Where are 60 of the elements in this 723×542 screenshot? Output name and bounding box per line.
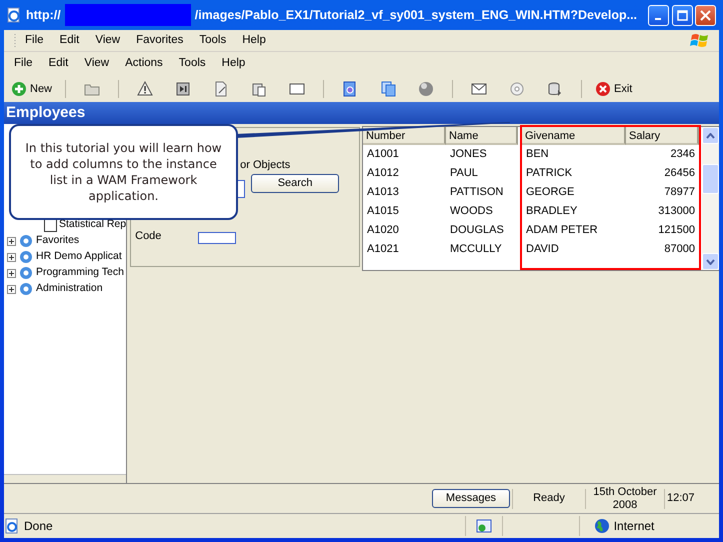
status-time: 12:07 (667, 491, 695, 506)
table-cell-text: PATRICK (525, 166, 574, 181)
menu-item[interactable]: Help (214, 55, 254, 73)
column-header[interactable]: Salary (626, 127, 699, 145)
table-cell-text: DAVID (525, 242, 560, 257)
menu-item[interactable]: Edit (40, 55, 76, 73)
tree-item[interactable]: Statistical Rep (4, 217, 126, 233)
menu-item[interactable]: Edit (52, 32, 88, 50)
table-cell-text: A1020 (366, 223, 400, 238)
menu-item[interactable]: Actions (117, 55, 171, 73)
table-cell-text: DOUGLAS (449, 223, 505, 238)
table-cell-text: ADAM PETER (525, 223, 599, 238)
toolbar-button[interactable]: Exit (590, 80, 638, 98)
menu-item[interactable]: Tools (191, 32, 234, 50)
table-cell-text: GEORGE (525, 185, 576, 200)
menu-item[interactable]: Tools (170, 55, 214, 73)
table-cell-text: MCCULLY (449, 242, 503, 257)
menu-item[interactable]: Favorites (128, 32, 192, 50)
table-cell-text: BEN (525, 147, 550, 162)
column-header[interactable]: Givename (522, 127, 626, 145)
tree-item[interactable]: Favorites (4, 233, 126, 249)
table-cell-text: A1021 (366, 242, 400, 257)
window-title: http:// (26, 6, 61, 24)
menu-item[interactable]: File (6, 55, 41, 73)
tree-item[interactable]: Administration (4, 281, 126, 297)
menu-item[interactable]: View (76, 55, 118, 73)
table-cell-text: JONES (449, 147, 488, 162)
table-cell-text: 2346 (670, 147, 696, 162)
table-cell-text: WOODS (449, 204, 494, 219)
tree-item[interactable]: HR Demo Applicat (4, 249, 126, 265)
zone-text: Internet (614, 518, 654, 535)
window-title: /images/Pablo_EX1/Tutorial2_vf_sy001_system_ENG_WIN.HTM?Develop... (194, 6, 638, 24)
tree-item[interactable]: Programming Tech (4, 265, 126, 281)
tutorial-tooltip: In this tutorial you will learn how to add columns to the instance list in a WAM Framework application. (9, 124, 238, 220)
search-button[interactable]: Search (251, 174, 340, 192)
field-label: Code (135, 228, 162, 244)
status-text: Ready (532, 491, 566, 506)
menu-item[interactable]: Help (234, 32, 274, 50)
table-cell-text: BRADLEY (525, 204, 578, 219)
table-cell-text: 78977 (663, 185, 696, 200)
table-cell-text: 26456 (663, 166, 696, 181)
table-cell-text: A1015 (366, 204, 400, 219)
menu-item[interactable]: File (17, 32, 52, 50)
table-cell-text: A1013 (366, 185, 400, 200)
table-cell-text: A1012 (366, 166, 400, 181)
table-cell-text: 87000 (663, 242, 696, 257)
status-text: Done (24, 518, 53, 535)
table-cell-text: PAUL (449, 166, 479, 181)
panel-heading: or Objects (240, 158, 290, 173)
section-header: Employees (4, 102, 719, 124)
menu-item[interactable]: View (87, 32, 128, 50)
column-header[interactable]: Number (363, 127, 446, 145)
table-cell-text: A1001 (366, 147, 400, 162)
toolbar-button[interactable]: New (6, 80, 58, 98)
table-cell-text: 121500 (657, 223, 696, 238)
table-cell-text: PATTISON (449, 185, 504, 200)
messages-button[interactable]: Messages (432, 489, 510, 508)
column-header[interactable]: Name (446, 127, 518, 145)
table-cell-text: 313000 (657, 204, 696, 219)
status-date: 15th October 2008 (592, 486, 658, 512)
